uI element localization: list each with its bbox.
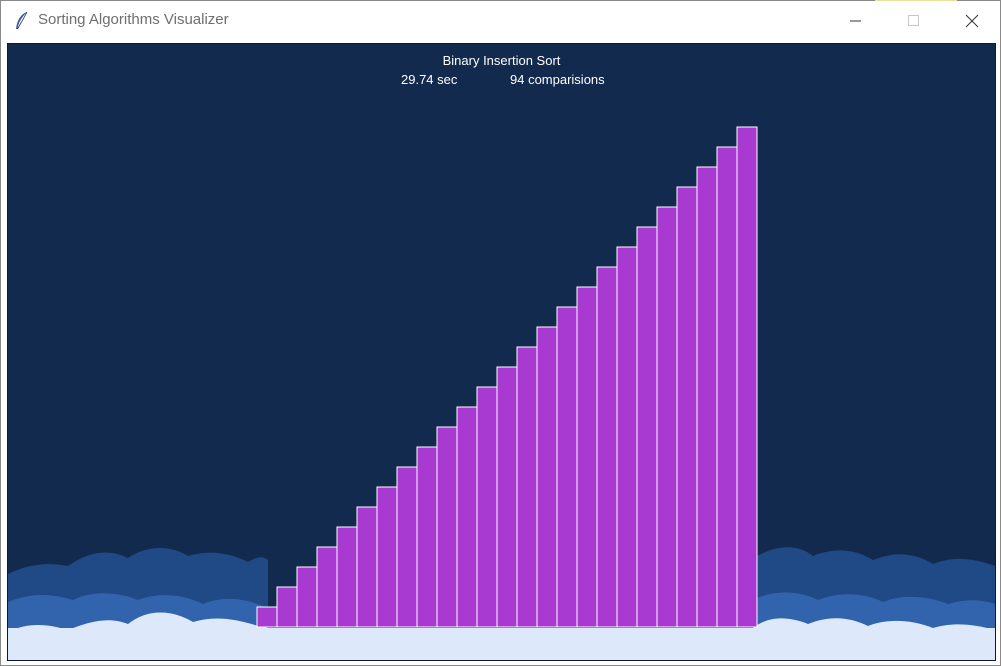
bar-3 (296, 566, 318, 628)
bar-24 (716, 146, 738, 628)
algorithm-title: Binary Insertion Sort (442, 53, 561, 68)
comparisons-count: 94 comparisions (510, 72, 605, 87)
elapsed-time: 29.74 sec (401, 72, 458, 87)
bar-20 (636, 226, 658, 628)
bar-22 (676, 186, 698, 628)
visualizer-canvas: Binary Insertion Sort 29.74 sec 94 compa… (7, 43, 996, 661)
bar-21 (656, 206, 678, 628)
close-icon (965, 14, 979, 28)
maximize-button[interactable] (885, 2, 943, 40)
bar-11 (456, 406, 478, 628)
bar-14 (516, 346, 538, 628)
bar-23 (696, 166, 718, 628)
window-title: Sorting Algorithms Visualizer (38, 11, 229, 28)
bar-15 (536, 326, 558, 628)
bar-2 (276, 586, 298, 628)
bar-10 (436, 426, 458, 628)
bar-8 (396, 466, 418, 628)
maximize-icon (908, 15, 919, 26)
bar-12 (476, 386, 498, 628)
bar-17 (576, 286, 598, 628)
bar-13 (496, 366, 518, 628)
close-button[interactable] (943, 2, 1001, 40)
bar-9 (416, 446, 438, 628)
bar-1 (256, 606, 278, 628)
bar-7 (376, 486, 398, 628)
bar-19 (616, 246, 638, 628)
feather-icon (16, 11, 28, 30)
bar-6 (356, 506, 378, 628)
bar-16 (556, 306, 578, 628)
title-bar[interactable]: Sorting Algorithms Visualizer (1, 1, 1000, 40)
bar-25 (736, 126, 758, 628)
bar-4 (316, 546, 338, 628)
bar-18 (596, 266, 618, 628)
minimize-icon (850, 20, 861, 22)
visualizer-scene (8, 44, 995, 660)
minimize-button[interactable] (827, 2, 885, 40)
bar-5 (336, 526, 358, 628)
